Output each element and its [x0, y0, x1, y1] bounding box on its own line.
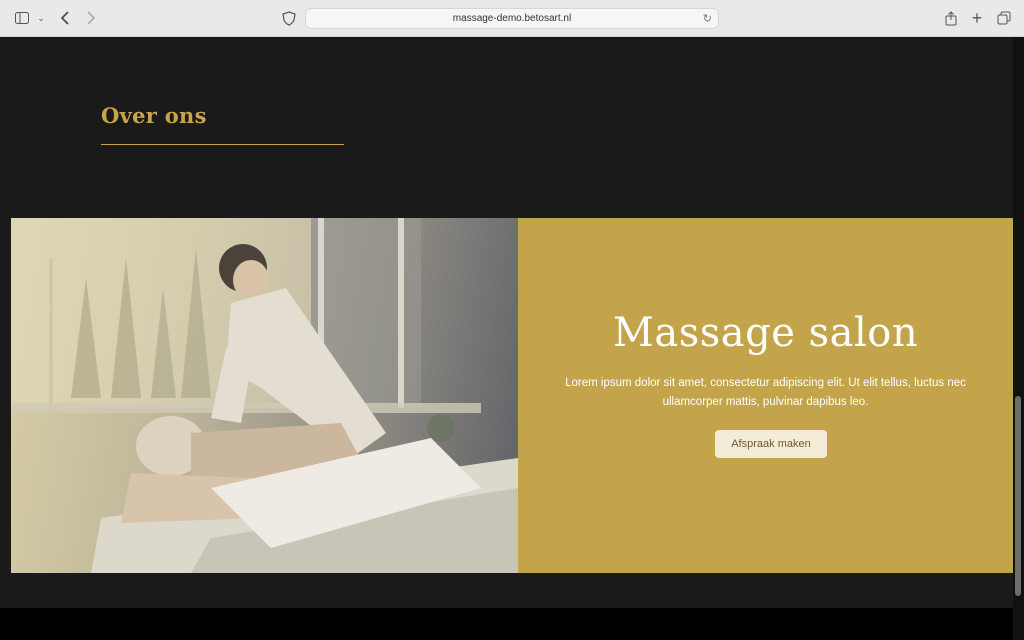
share-icon[interactable] [942, 9, 960, 27]
hero-panel: Massage salon Lorem ipsum dolor sit amet… [518, 218, 1013, 573]
address-bar[interactable]: massage-demo.betosart.nl ↻ [305, 8, 719, 29]
plus-icon[interactable]: + [968, 8, 986, 28]
browser-toolbar: ⌄ massage-demo.betosart.nl ↻ + [0, 0, 1024, 37]
scrollbar-thumb[interactable] [1015, 396, 1021, 596]
tabs-icon[interactable] [995, 9, 1013, 27]
url-text: massage-demo.betosart.nl [452, 13, 572, 24]
hero-description: Lorem ipsum dolor sit amet, consectetur … [565, 377, 966, 408]
section-heading: Over ons [101, 103, 207, 128]
shield-icon[interactable] [280, 9, 298, 27]
forward-icon[interactable] [82, 9, 100, 27]
sidebar-icon[interactable] [13, 9, 31, 27]
book-appointment-button[interactable]: Afspraak maken [715, 430, 827, 458]
reload-icon[interactable]: ↻ [703, 12, 712, 25]
massage-photo [11, 218, 518, 573]
heading-divider [101, 144, 344, 145]
footer-band [0, 608, 1024, 640]
back-icon[interactable] [56, 9, 74, 27]
page-content: Over ons Massage salon Lorem ipsum dolor… [0, 37, 1013, 608]
chevron-down-icon[interactable]: ⌄ [32, 9, 50, 27]
hero-title: Massage salon [612, 310, 919, 356]
